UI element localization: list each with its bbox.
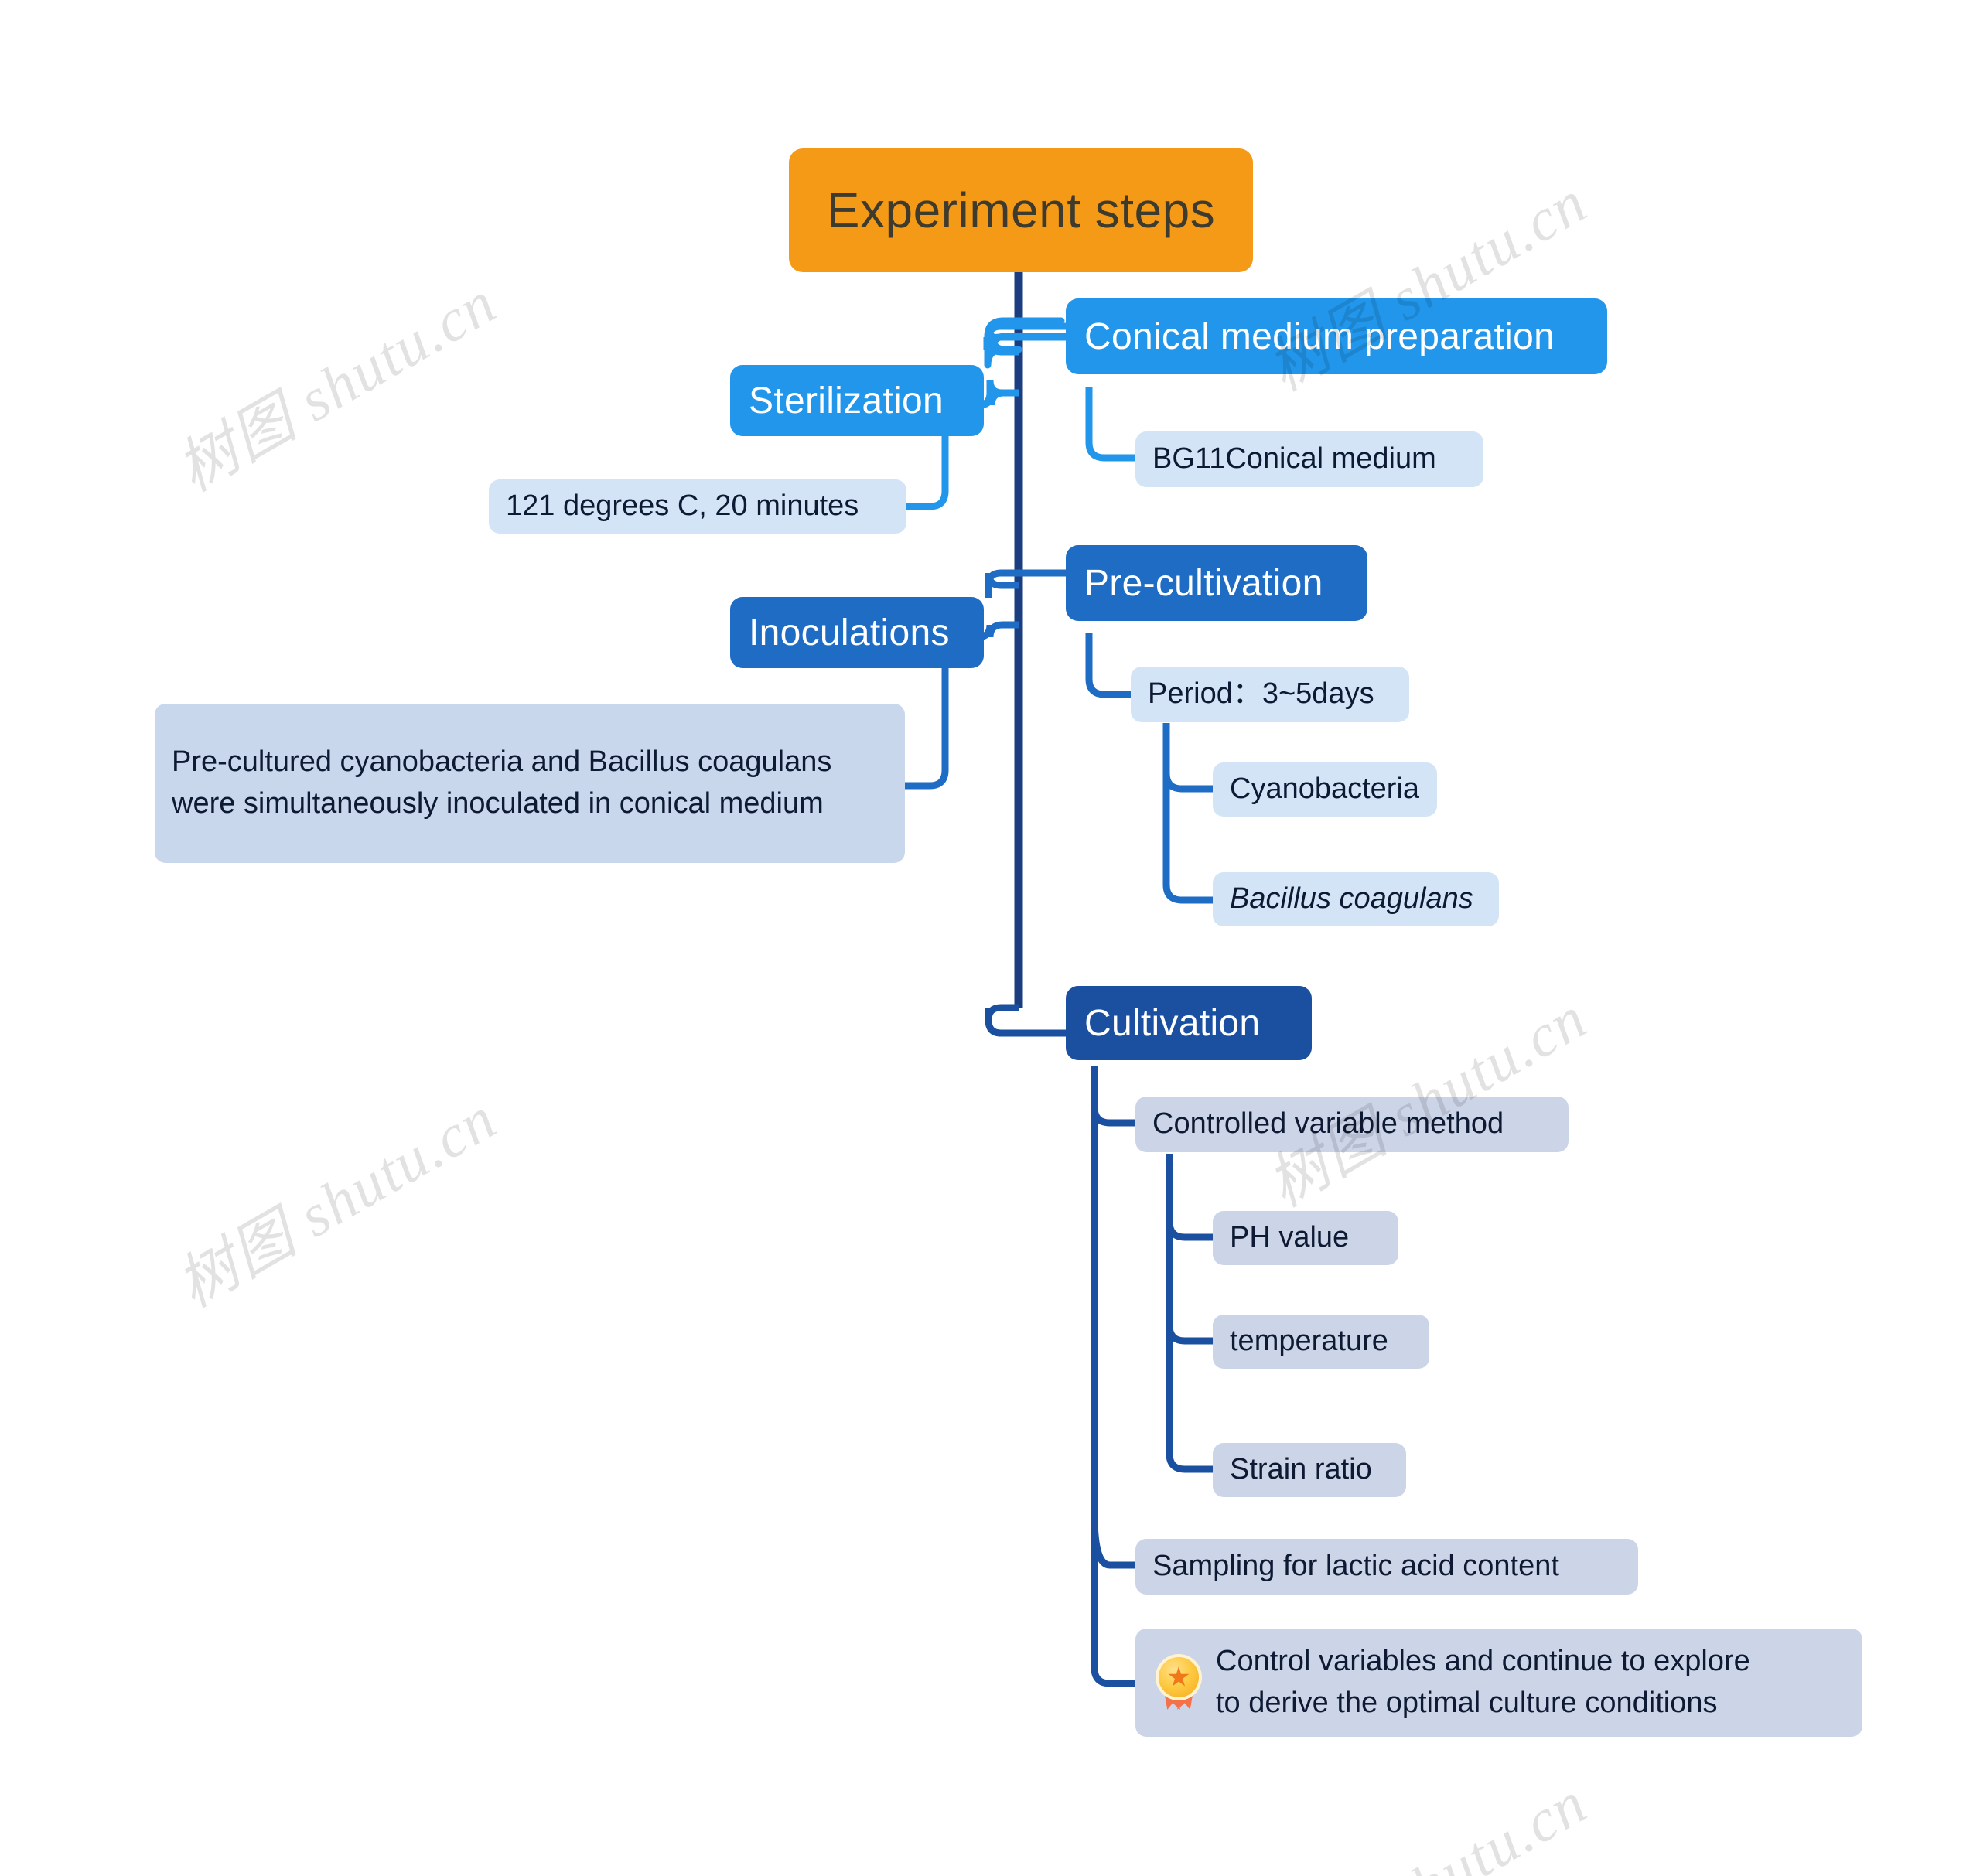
watermark: 树图 shutu.cn: [166, 268, 508, 504]
wire-cvm-spine: [1166, 1154, 1216, 1473]
wire-cvm: [1091, 1066, 1138, 1127]
branch-node-pre-cultivation[interactable]: Pre-cultivation: [1066, 545, 1367, 621]
branch-node-conical-medium-preparation[interactable]: Conical medium preparation: [1066, 298, 1607, 374]
wire-conical: [984, 317, 1065, 369]
wire-conical-curve: [985, 339, 1019, 356]
wire-conical-arm: [985, 322, 1067, 352]
optimal-conditions-line-1: Control variables and continue to explor…: [1216, 1645, 1750, 1678]
wire-period: [1085, 633, 1135, 698]
wire-cultivation-spine: [1091, 1066, 1138, 1687]
leaf-node-temperature[interactable]: temperature: [1213, 1315, 1429, 1369]
wire-sterilization-arm: [988, 389, 1019, 406]
wire-steril-detail: [903, 435, 949, 510]
branch-node-cultivation[interactable]: Cultivation: [1066, 986, 1312, 1060]
leaf-node-sterilization-detail[interactable]: 121 degrees C, 20 minutes: [489, 479, 906, 534]
leaf-node-cyanobacteria[interactable]: Cyanobacteria: [1213, 762, 1437, 817]
watermark-layer: 树图 shutu.cn 树图 shutu.cn 树图 shutu.cn 树图 s…: [0, 0, 1980, 1876]
connector-lines: [903, 272, 1216, 1687]
branch-node-inoculations[interactable]: Inoculations: [730, 597, 984, 668]
watermark: 树图 shutu.cn: [166, 1083, 508, 1320]
medal-icon: [1156, 1656, 1202, 1710]
leaf-node-sampling-for-lactic-acid-content[interactable]: Sampling for lactic acid content: [1135, 1539, 1638, 1595]
wire-inoc-detail: [905, 667, 949, 790]
wire-inoculations: [986, 621, 1019, 638]
wire-precultivation: [985, 569, 1066, 589]
leaf-node-bacillus-coagulans[interactable]: Bacillus coagulans: [1213, 872, 1499, 926]
leaf-node-period[interactable]: Period：3~5days: [1131, 667, 1409, 722]
wire-temperature: [1166, 1325, 1216, 1345]
leaf-node-inoculations-detail[interactable]: Pre-cultured cyanobacteria and Bacillus …: [155, 704, 905, 863]
watermark: 树图 shutu.cn: [159, 1856, 510, 1876]
root-node-experiment-steps[interactable]: Experiment steps: [789, 148, 1253, 272]
wire-cyano: [1162, 723, 1216, 793]
wire-cultivation: [985, 1004, 1019, 1021]
leaf-node-bg11-conical-medium[interactable]: BG11Conical medium: [1135, 431, 1483, 487]
optimal-conditions-line-2: to derive the optimal culture conditions: [1216, 1687, 1718, 1719]
wire-conical-main: [983, 333, 1066, 353]
leaf-node-ph-value[interactable]: PH value: [1213, 1211, 1398, 1265]
leaf-node-optimal-culture-conditions[interactable]: Control variables and continue to explor…: [1135, 1629, 1862, 1737]
branch-node-sterilization[interactable]: Sterilization: [730, 365, 984, 436]
leaf-node-strain-ratio[interactable]: Strain ratio: [1213, 1443, 1406, 1497]
wire-conical-elbow: [988, 333, 1069, 353]
watermark: 树图 shutu.cn: [1249, 1755, 1600, 1876]
wire-bg11: [1085, 387, 1140, 462]
wire-cultivation-lead: [985, 1019, 1066, 1037]
wire-bacillus: [1162, 723, 1216, 904]
mindmap-canvas: 树图 shutu.cn 树图 shutu.cn 树图 shutu.cn 树图 s…: [0, 0, 1980, 1876]
leaf-node-controlled-variable-method[interactable]: Controlled variable method: [1135, 1097, 1569, 1152]
wire-ph: [1166, 1154, 1216, 1241]
wire-sampling: [1091, 1515, 1138, 1569]
